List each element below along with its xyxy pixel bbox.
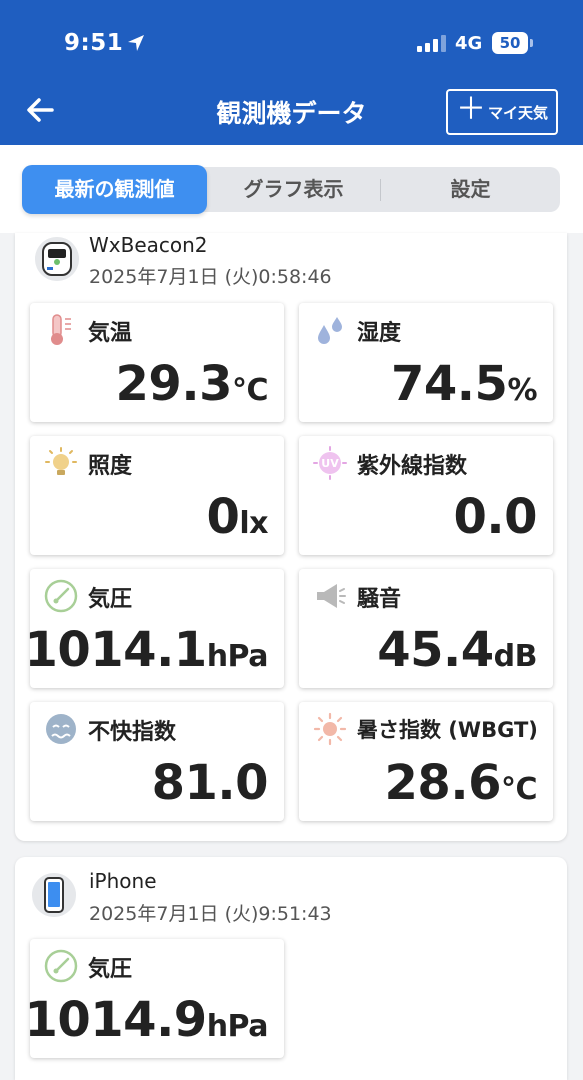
megaphone-icon [317,584,346,608]
reading-value: 28.6°C [384,755,538,811]
reading-unit: °C [500,772,538,807]
reading-tile-pressure[interactable]: 気圧 1014.9hPa [24,939,284,1058]
reading-unit: hPa [206,1009,269,1044]
tab-graph[interactable]: グラフ表示 [207,167,380,212]
segmented-control: 最新の観測値 グラフ表示 設定 [22,165,560,214]
device-name: WxBeacon2 [89,233,208,257]
tab-settings[interactable]: 設定 [381,167,560,212]
device-card-wxbeacon2: WxBeacon2 2025年7月1日 (火)0:58:46 気温 29.3°C… [15,233,567,841]
sun-icon [313,712,347,746]
battery-level: 50 [492,32,528,54]
tab-latest-observations[interactable]: 最新の観測値 [22,165,207,214]
reading-tile-wbgt[interactable]: 暑さ指数 (WBGT) 28.6°C [299,702,553,821]
water-drops-icon [318,317,342,344]
reading-tile-noise[interactable]: 騒音 45.4dB [299,569,553,688]
reading-unit: hPa [206,639,269,674]
device-name: iPhone [89,869,157,893]
uv-icon: UV [313,446,347,480]
reading-label: 湿度 [357,321,402,346]
reading-value: 45.4dB [377,622,537,678]
reading-label: 暑さ指数 (WBGT) [357,718,538,742]
reading-label: 騒音 [357,587,402,612]
location-arrow-icon [128,35,144,51]
status-time: 9:51 [64,30,124,56]
my-weather-label: マイ天気 [487,103,548,122]
tab-bar: 最新の観測値 グラフ表示 設定 [0,145,583,233]
app-header: 9:51 4G 50 観測機データ ＋ マイ天気 [0,0,583,145]
wxbeacon-device-icon [35,237,79,281]
device-timestamp: 2025年7月1日 (火)9:51:43 [89,903,332,925]
reading-value: 0lx [206,489,268,545]
reading-tile-illuminance[interactable]: 照度 0lx [30,436,284,555]
reading-value: 1014.1hPa [24,622,268,678]
reading-label: 紫外線指数 [357,454,468,479]
reading-value: 0.0 [453,489,537,545]
battery-cap [530,39,533,47]
reading-label: 照度 [88,454,133,479]
light-bulb-icon [45,447,77,475]
reading-unit: % [507,373,537,408]
gauge-icon [44,949,78,983]
reading-tile-uv-index[interactable]: UV 紫外線指数 0.0 [299,436,553,555]
thermometer-icon [51,314,71,345]
reading-label: 気圧 [88,957,133,982]
reading-unit: lx [239,506,268,541]
reading-unit: °C [231,373,269,408]
iphone-device-icon [32,873,76,917]
reading-unit: dB [493,639,538,674]
discomfort-face-icon [46,714,76,744]
svg-text:UV: UV [321,457,339,470]
status-bar: 9:51 4G 50 [0,0,583,88]
plus-icon: ＋ [455,92,486,127]
reading-value: 1014.9hPa [24,992,268,1048]
reading-tile-temperature[interactable]: 気温 29.3°C [30,303,284,422]
reading-label: 不快指数 [88,720,177,745]
reading-tile-pressure[interactable]: 気圧 1014.1hPa [24,569,284,688]
signal-bars-icon [417,35,446,52]
device-card-iphone: iPhone 2025年7月1日 (火)9:51:43 気圧 1014.9hPa [15,857,567,1080]
add-my-weather-button[interactable]: ＋ マイ天気 [446,89,558,135]
reading-label: 気温 [88,321,133,346]
reading-label: 気圧 [88,587,133,612]
reading-tile-discomfort-index[interactable]: 不快指数 81.0 [30,702,284,821]
device-timestamp: 2025年7月1日 (火)0:58:46 [89,266,332,288]
reading-tile-humidity[interactable]: 湿度 74.5% [299,303,553,422]
reading-value: 81.0 [151,755,269,811]
network-type: 4G [455,33,483,54]
reading-value: 29.3°C [115,356,269,412]
gauge-icon [44,579,78,613]
reading-value: 74.5% [391,356,537,412]
